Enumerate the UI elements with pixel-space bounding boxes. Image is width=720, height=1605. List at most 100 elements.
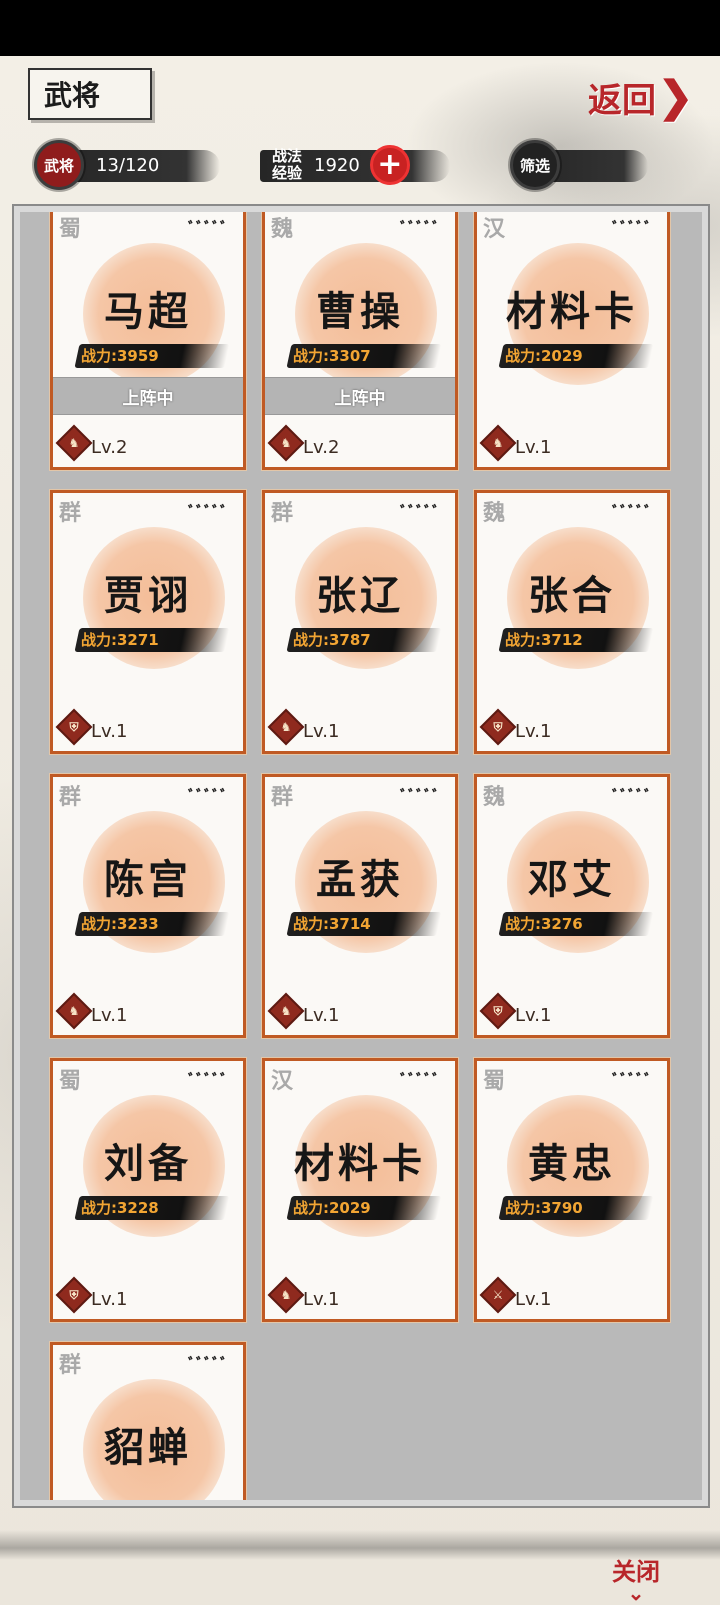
faction-label: 蜀 bbox=[59, 1068, 82, 1094]
combat-power: 战力:3712 bbox=[505, 631, 583, 649]
star-rating: ﾞﾞﾞﾞﾞ bbox=[611, 503, 653, 522]
unit-type-icon: ⛨ bbox=[479, 992, 517, 1030]
combat-power: 战力:3233 bbox=[81, 915, 159, 933]
generals-count: 13/120 bbox=[96, 154, 160, 176]
level-label: Lv.1 bbox=[515, 721, 552, 742]
back-button[interactable]: 返回 ❯ bbox=[588, 72, 710, 122]
faction-label: 群 bbox=[59, 500, 82, 526]
level-label: Lv.1 bbox=[515, 1289, 552, 1310]
general-card[interactable]: 群 ﾞﾞﾞﾞﾞ 贾诩战力:3271 ⛨ Lv.1 bbox=[50, 490, 246, 754]
unit-type-icon: ♞ bbox=[267, 1276, 305, 1314]
combat-power: 战力:2029 bbox=[505, 347, 583, 365]
star-rating: ﾞﾞﾞﾞﾞ bbox=[611, 1071, 653, 1090]
shield-icon: ⛨ bbox=[493, 1003, 503, 1018]
generals-panel[interactable]: 蜀 ﾞﾞﾞﾞﾞ 马超 战力:3959 上阵中 ♞ Lv.2 魏 ﾞﾞﾞﾞﾞ 曹操 战力:3307 上阵… bbox=[12, 204, 710, 1508]
tactics-exp-label: 战法 经验 bbox=[272, 148, 302, 182]
filter-button[interactable]: 筛选 bbox=[510, 140, 648, 190]
general-name: 曹操 bbox=[316, 288, 404, 335]
general-card[interactable]: 蜀 ﾞﾞﾞﾞﾞ 马超 战力:3959 上阵中 ♞ Lv.2 bbox=[50, 212, 246, 470]
chevron-right-icon: ❯ bbox=[658, 72, 694, 121]
general-card[interactable]: 群 ﾞﾞﾞﾞﾞ 张辽 战力:3787 ♞ Lv.1 bbox=[262, 490, 458, 754]
star-rating: ﾞﾞﾞﾞﾞ bbox=[187, 1355, 229, 1374]
general-name: 张合 bbox=[528, 572, 616, 619]
add-exp-button[interactable]: + bbox=[369, 145, 410, 185]
general-name: 貂蝉 bbox=[104, 1424, 192, 1471]
combat-power: 战力:2029 bbox=[293, 1199, 371, 1217]
horse-icon: ♞ bbox=[68, 1004, 80, 1018]
star-rating: ﾞﾞﾞﾞﾞ bbox=[399, 219, 441, 238]
faction-label: 汉 bbox=[271, 1068, 294, 1094]
general-card[interactable]: 汉 ﾞﾞﾞﾞﾞ 材料卡 战力:2029 ♞ Lv.1 bbox=[474, 212, 670, 470]
combat-power: 战力:3276 bbox=[505, 915, 583, 933]
tactics-label-line1: 战法 bbox=[272, 147, 303, 165]
general-card[interactable]: 魏 ﾞﾞﾞﾞﾞ 张合 战力:3712 ⛨ Lv.1 bbox=[474, 490, 670, 754]
faction-label: 群 bbox=[271, 500, 294, 526]
tactics-exp-value: 1920 bbox=[314, 154, 360, 176]
shield-icon: ⛨ bbox=[493, 719, 503, 734]
general-name: 黄忠 bbox=[528, 1140, 616, 1187]
general-name: 马超 bbox=[104, 288, 192, 335]
shield-icon: ⛨ bbox=[69, 719, 79, 734]
level-label: Lv.1 bbox=[303, 1005, 340, 1026]
faction-label: 蜀 bbox=[59, 216, 82, 242]
general-card[interactable]: 汉 ﾞﾞﾞﾞﾞ 材料卡 战力:2029 ♞ Lv.1 bbox=[262, 1058, 458, 1322]
general-name: 贾诩 bbox=[104, 572, 192, 619]
chevron-down-icon: ⌄ bbox=[627, 1581, 645, 1605]
general-card[interactable]: 魏 ﾞﾞﾞﾞﾞ 邓艾 战力:3276 ⛨ Lv.1 bbox=[474, 774, 670, 1038]
general-card[interactable]: 蜀 ﾞﾞﾞﾞﾞ 黄忠 战力:3790 ⚔ Lv.1 bbox=[474, 1058, 670, 1322]
level-label: Lv.2 bbox=[91, 437, 128, 458]
star-rating: ﾞﾞﾞﾞﾞ bbox=[187, 219, 229, 238]
close-button[interactable]: 关闭 ⌄ bbox=[596, 1552, 676, 1605]
faction-label: 魏 bbox=[483, 784, 506, 810]
star-rating: ﾞﾞﾞﾞﾞ bbox=[611, 219, 653, 238]
unit-type-icon: ♞ bbox=[267, 424, 305, 462]
general-card[interactable]: 群 ﾞﾞﾞﾞﾞ 貂蝉 bbox=[50, 1342, 246, 1500]
generals-count-stat: 武将 13/120 bbox=[34, 140, 220, 190]
horse-icon: ♞ bbox=[280, 720, 292, 734]
level-label: Lv.1 bbox=[91, 1005, 128, 1026]
combat-power: 战力:3714 bbox=[293, 915, 371, 933]
unit-type-icon: ♞ bbox=[55, 424, 93, 462]
page-title: 武将 bbox=[28, 68, 152, 120]
level-label: Lv.1 bbox=[91, 1289, 128, 1310]
level-label: Lv.1 bbox=[303, 721, 340, 742]
generals-badge: 武将 bbox=[34, 140, 84, 190]
general-name: 陈宫 bbox=[104, 856, 192, 903]
tactics-label-line2: 经验 bbox=[272, 164, 303, 182]
general-name: 材料卡 bbox=[506, 288, 638, 335]
faction-label: 群 bbox=[271, 784, 294, 810]
unit-type-icon: ⚔ bbox=[479, 1276, 517, 1314]
filter-badge: 筛选 bbox=[510, 140, 560, 190]
horse-icon: ♞ bbox=[492, 436, 504, 450]
star-rating: ﾞﾞﾞﾞﾞ bbox=[187, 1071, 229, 1090]
star-rating: ﾞﾞﾞﾞﾞ bbox=[187, 503, 229, 522]
star-rating: ﾞﾞﾞﾞﾞ bbox=[399, 1071, 441, 1090]
general-name: 材料卡 bbox=[294, 1140, 426, 1187]
unit-type-icon: ♞ bbox=[479, 424, 517, 462]
combat-power: 战力:3271 bbox=[81, 631, 159, 649]
level-label: Lv.1 bbox=[515, 437, 552, 458]
deployed-banner: 上阵中 bbox=[265, 377, 455, 415]
combat-power: 战力:3307 bbox=[293, 347, 371, 365]
general-card[interactable]: 蜀 ﾞﾞﾞﾞﾞ 刘备 战力:3228 ⛨ Lv.1 bbox=[50, 1058, 246, 1322]
unit-type-icon: ⛨ bbox=[479, 708, 517, 746]
general-name: 刘备 bbox=[104, 1140, 192, 1187]
combat-power: 战力:3959 bbox=[81, 347, 159, 365]
general-name: 邓艾 bbox=[528, 856, 616, 903]
bow-icon: ⚔ bbox=[492, 1288, 504, 1302]
general-name: 张辽 bbox=[316, 572, 404, 619]
level-label: Lv.1 bbox=[515, 1005, 552, 1026]
star-rating: ﾞﾞﾞﾞﾞ bbox=[399, 787, 441, 806]
faction-label: 群 bbox=[59, 1352, 82, 1378]
combat-power: 战力:3790 bbox=[505, 1199, 583, 1217]
level-label: Lv.1 bbox=[91, 721, 128, 742]
general-card[interactable]: 魏 ﾞﾞﾞﾞﾞ 曹操 战力:3307 上阵中 ♞ Lv.2 bbox=[262, 212, 458, 470]
star-rating: ﾞﾞﾞﾞﾞ bbox=[187, 787, 229, 806]
plus-icon: + bbox=[377, 147, 403, 182]
unit-type-icon: ♞ bbox=[267, 708, 305, 746]
horse-icon: ♞ bbox=[280, 1004, 292, 1018]
star-rating: ﾞﾞﾞﾞﾞ bbox=[399, 503, 441, 522]
general-card[interactable]: 群 ﾞﾞﾞﾞﾞ 陈宫 战力:3233 ♞ Lv.1 bbox=[50, 774, 246, 1038]
horse-icon: ♞ bbox=[68, 436, 80, 450]
general-card[interactable]: 群 ﾞﾞﾞﾞﾞ 孟获 战力:3714 ♞ Lv.1 bbox=[262, 774, 458, 1038]
